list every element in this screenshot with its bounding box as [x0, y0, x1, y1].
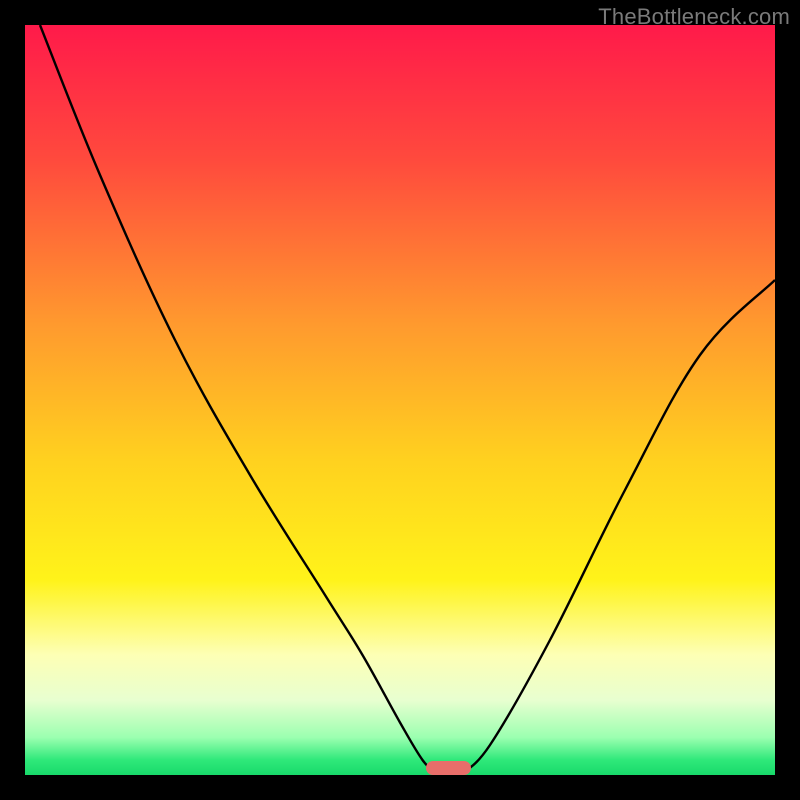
optimal-marker [426, 761, 471, 775]
curve-left-segment [40, 25, 438, 775]
outer-frame: TheBottleneck.com [0, 0, 800, 800]
bottleneck-curve [25, 25, 775, 775]
plot-area [25, 25, 775, 775]
curve-right-segment [460, 280, 775, 775]
